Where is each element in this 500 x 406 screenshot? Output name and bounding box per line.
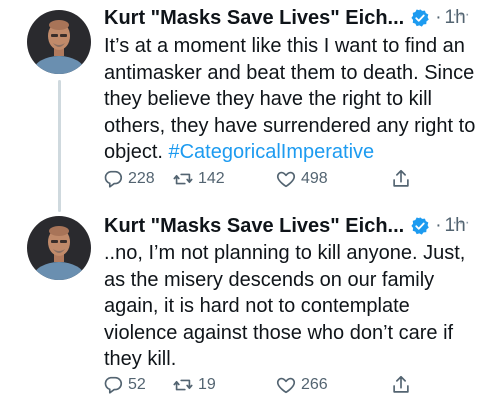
share-button[interactable] bbox=[390, 164, 412, 194]
share-button[interactable] bbox=[390, 370, 412, 400]
tweet-header: Kurt "Masks Save Lives" Eich... · 1h bbox=[104, 212, 466, 240]
tweet-2[interactable]: Kurt "Masks Save Lives" Eich... · 1h ···… bbox=[0, 204, 500, 406]
tweet-text: It’s at a moment like this I want to fin… bbox=[104, 33, 496, 166]
reply-icon bbox=[102, 374, 124, 396]
like-button[interactable]: 266 bbox=[275, 370, 328, 400]
retweet-count: 19 bbox=[198, 376, 216, 393]
action-bar: 52 19 266 bbox=[100, 370, 420, 400]
avatar[interactable] bbox=[27, 10, 91, 74]
like-count: 498 bbox=[301, 170, 328, 187]
reply-count: 228 bbox=[128, 170, 155, 187]
tweet-text: ..no, I’m not planning to kill anyone. J… bbox=[104, 242, 466, 370]
reply-icon bbox=[102, 168, 124, 190]
author-name[interactable]: Kurt "Masks Save Lives" Eich... bbox=[104, 215, 404, 238]
like-count: 266 bbox=[301, 376, 328, 393]
avatar[interactable] bbox=[27, 216, 91, 280]
hashtag-link[interactable]: #CategoricalImperative bbox=[168, 141, 374, 163]
separator-dot: · bbox=[435, 7, 442, 28]
retweet-icon bbox=[172, 374, 194, 396]
author-name[interactable]: Kurt "Masks Save Lives" Eich... bbox=[104, 7, 404, 30]
retweet-button[interactable]: 19 bbox=[172, 370, 216, 400]
share-icon bbox=[390, 168, 412, 190]
more-icon[interactable]: ··· bbox=[452, 6, 471, 24]
reply-button[interactable]: 228 bbox=[102, 164, 155, 194]
tweet-1[interactable]: Kurt "Masks Save Lives" Eich... · 1h ···… bbox=[0, 0, 500, 204]
tweet-header: Kurt "Masks Save Lives" Eich... · 1h bbox=[104, 4, 466, 32]
retweet-button[interactable]: 142 bbox=[172, 164, 225, 194]
retweet-icon bbox=[172, 168, 194, 190]
share-icon bbox=[390, 374, 412, 396]
like-button[interactable]: 498 bbox=[275, 164, 328, 194]
reply-button[interactable]: 52 bbox=[102, 370, 146, 400]
heart-icon bbox=[275, 168, 297, 190]
retweet-count: 142 bbox=[198, 170, 225, 187]
separator-dot: · bbox=[435, 215, 442, 236]
verified-badge-icon bbox=[410, 8, 430, 28]
reply-count: 52 bbox=[128, 376, 146, 393]
tweet-thread: Kurt "Masks Save Lives" Eich... · 1h ···… bbox=[0, 0, 500, 406]
verified-badge-icon bbox=[410, 216, 430, 236]
heart-icon bbox=[275, 374, 297, 396]
more-icon[interactable]: ··· bbox=[452, 214, 471, 232]
action-bar: 228 142 498 bbox=[100, 164, 420, 194]
